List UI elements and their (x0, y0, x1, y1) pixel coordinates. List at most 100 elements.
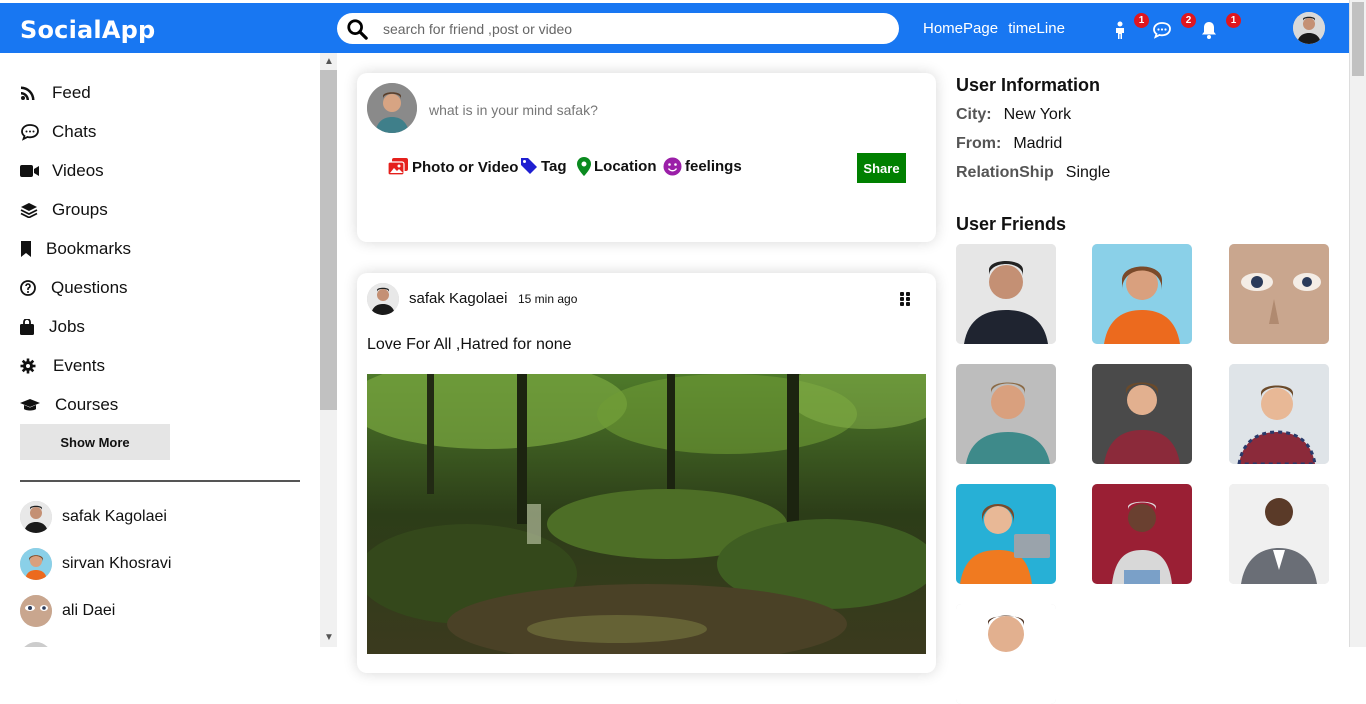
sidebar-menu: Feed Chats Videos Groups Bookmarks Quest… (20, 73, 131, 424)
friend-photo[interactable] (1229, 364, 1329, 464)
sidebar-item-label: Bookmarks (46, 238, 132, 258)
window-scrollbar-thumb[interactable] (1352, 2, 1364, 76)
photo-video-label: Photo or Video (412, 158, 519, 176)
sidebar-item-jobs[interactable]: Jobs (20, 307, 131, 346)
sidebar-item-label: Chats (52, 121, 97, 141)
post-author-avatar[interactable] (367, 283, 399, 315)
sidebar-scrollbar[interactable]: ▲ ▼ (320, 53, 337, 647)
friend-avatar (20, 548, 52, 580)
friend-name: sirvan Khosravi (62, 555, 172, 572)
post-image[interactable] (367, 374, 926, 654)
friend-name: ali Daei (62, 602, 116, 619)
app-logo[interactable]: SocialApp (20, 16, 155, 44)
search-icon (347, 19, 368, 40)
homepage-link[interactable]: HomePage (923, 20, 998, 37)
sidebar-item-questions[interactable]: Questions (20, 268, 131, 307)
smiley-icon (663, 157, 682, 176)
tag-icon (521, 158, 537, 174)
from-label: From: (956, 135, 1002, 152)
feelings-option[interactable]: feelings (663, 157, 742, 176)
friend-list-item[interactable]: sirvan Khosravi (20, 548, 171, 580)
search-bar (337, 13, 899, 44)
photo-icon (387, 158, 408, 176)
sidebar-item-bookmarks[interactable]: Bookmarks (20, 229, 131, 268)
location-option[interactable]: Location (577, 157, 657, 176)
friend-photo[interactable] (1229, 244, 1329, 344)
sidebar-scrollbar-thumb[interactable] (320, 70, 337, 410)
bookmark-icon (20, 240, 40, 258)
user-information-title: User Information (956, 75, 1101, 95)
tag-option[interactable]: Tag (520, 157, 567, 175)
friend-name: safak Kagolaei (62, 508, 167, 525)
sidebar: Feed Chats Videos Groups Bookmarks Quest… (0, 53, 320, 647)
chat-icon[interactable] (1152, 20, 1172, 40)
friend-avatar (20, 642, 52, 647)
friend-photo[interactable] (956, 604, 1056, 704)
sidebar-item-label: Jobs (49, 316, 85, 336)
scroll-up-arrow-icon[interactable]: ▲ (324, 57, 334, 67)
friend-photo[interactable] (1092, 364, 1192, 464)
friend-photo[interactable] (1092, 484, 1192, 584)
photo-video-option[interactable]: Photo or Video (387, 157, 518, 177)
city-value: New York (1003, 106, 1072, 123)
sidebar-item-feed[interactable]: Feed (20, 73, 131, 112)
friend-avatar (20, 595, 52, 627)
friend-avatar (20, 501, 52, 533)
sidebar-item-events[interactable]: Events (20, 346, 131, 385)
info-relationship: RelationShip Single (956, 164, 1110, 182)
sidebar-item-videos[interactable]: Videos (20, 151, 131, 190)
profile-avatar[interactable] (1293, 12, 1325, 44)
share-button[interactable]: Share (857, 153, 906, 183)
relationship-value: Single (1065, 164, 1111, 181)
sidebar-item-label: Videos (52, 160, 104, 180)
info-city: City: New York (956, 106, 1071, 124)
top-bar: SocialApp HomePage timeLine 1 2 1 (0, 3, 1349, 53)
info-from: From: Madrid (956, 135, 1062, 153)
rss-icon (20, 84, 46, 102)
sidebar-item-label: Feed (52, 82, 91, 102)
from-value: Madrid (1013, 135, 1063, 152)
sidebar-item-label: Courses (55, 394, 119, 414)
friend-list-item[interactable]: safak Kagolaei (20, 501, 167, 533)
sidebar-divider (20, 480, 300, 482)
chat-icon (20, 123, 46, 141)
chat-badge: 2 (1181, 13, 1196, 28)
timeline-link[interactable]: timeLine (1008, 20, 1065, 37)
share-card: Photo or Video Tag Location feelings Sha… (357, 73, 936, 242)
location-label: Location (594, 158, 657, 175)
friend-list-item[interactable] (20, 642, 62, 647)
city-label: City: (956, 106, 992, 123)
sidebar-item-groups[interactable]: Groups (20, 190, 131, 229)
bell-icon[interactable] (1199, 20, 1219, 40)
friend-list-item[interactable]: ali Daei (20, 595, 115, 627)
relationship-label: RelationShip (956, 164, 1054, 181)
friend-photo[interactable] (956, 484, 1056, 584)
gear-icon (20, 357, 47, 375)
tag-label: Tag (541, 157, 567, 175)
show-more-button[interactable]: Show More (20, 424, 170, 460)
person-badge: 1 (1134, 13, 1149, 28)
post-text: Love For All ,Hatred for none (367, 336, 572, 353)
person-icon[interactable] (1110, 20, 1130, 40)
post-timestamp: 15 min ago (518, 292, 578, 306)
post-card: safak Kagolaei 15 min ago Love For All ,… (357, 273, 936, 673)
more-options-icon[interactable] (898, 291, 912, 307)
friend-photo[interactable] (956, 244, 1056, 344)
feelings-label: feelings (685, 158, 742, 175)
post-author-name[interactable]: safak Kagolaei (409, 290, 507, 307)
share-input[interactable] (429, 100, 899, 120)
window-scrollbar[interactable] (1349, 0, 1366, 647)
friend-photo[interactable] (956, 364, 1056, 464)
video-camera-icon (20, 162, 46, 180)
sidebar-item-courses[interactable]: Courses (20, 385, 131, 424)
user-friends-title: User Friends (956, 214, 1067, 234)
graduation-cap-icon (20, 396, 49, 414)
sidebar-item-label: Groups (52, 199, 108, 219)
sidebar-item-chats[interactable]: Chats (20, 112, 131, 151)
scroll-down-arrow-icon[interactable]: ▼ (324, 633, 334, 643)
location-pin-icon (577, 157, 591, 176)
notification-badge: 1 (1226, 13, 1241, 28)
search-input[interactable] (383, 19, 883, 38)
friend-photo[interactable] (1229, 484, 1329, 584)
friend-photo[interactable] (1092, 244, 1192, 344)
